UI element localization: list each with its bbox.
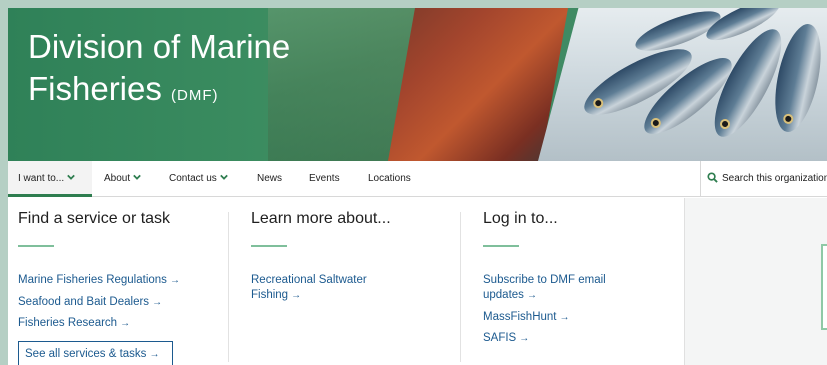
page-title: Division of Marine Fisheries (DMF) [28, 26, 290, 117]
nav-item-i-want-to[interactable]: I want to... [8, 161, 92, 197]
link-label-line2: updates [483, 289, 524, 301]
chevron-down-icon [219, 175, 228, 181]
column-learn-more: Learn more about... Recreational Saltwat… [228, 198, 458, 365]
heading-rule [251, 245, 287, 247]
link-safis[interactable]: SAFIS → [483, 331, 529, 346]
hero-fish-image [538, 8, 827, 161]
heading-rule [18, 245, 54, 247]
arrow-right-icon: → [169, 275, 180, 286]
arrow-right-icon: → [120, 318, 131, 329]
heading-rule [483, 245, 519, 247]
link-fisheries-research[interactable]: Fisheries Research → [18, 316, 130, 331]
chevron-down-icon [133, 175, 141, 181]
page-title-line1: Division of Marine [28, 28, 291, 65]
column-heading: Learn more about... [251, 210, 391, 227]
nav-item-locations[interactable]: Locations [368, 161, 411, 197]
chevron-down-icon [67, 175, 75, 181]
hero-lobster-image [388, 8, 568, 161]
link-label: SAFIS [483, 332, 517, 344]
column-log-in: Log in to... Subscribe to DMF email upda… [460, 198, 684, 365]
arrow-right-icon: → [149, 349, 160, 360]
arrow-right-icon: → [559, 312, 570, 323]
partial-card: → → u [821, 244, 827, 330]
column-heading: Find a service or task [18, 210, 171, 227]
page-frame: Division of Marine Fisheries (DMF) I wan… [8, 8, 827, 365]
nav-item-news[interactable]: News [257, 161, 282, 197]
nav-item-label: About [104, 173, 131, 184]
link-label-line2: Fishing [251, 289, 289, 301]
arrow-right-icon: → [291, 290, 302, 301]
link-label: Seafood and Bait Dealers [18, 296, 150, 308]
search-button[interactable]: Search this organization [700, 161, 827, 197]
link-recreational-saltwater-fishing[interactable]: Recreational Saltwater Fishing → [251, 273, 367, 303]
dropdown-panel: Find a service or task Marine Fisheries … [8, 198, 684, 365]
nav-item-contact-us[interactable]: Contact us [169, 161, 228, 197]
main-nav: I want to... About Contact us News Event… [8, 161, 827, 197]
nav-item-about[interactable]: About [104, 161, 141, 197]
link-label-line1: Recreational Saltwater [251, 274, 367, 286]
link-label: Fisheries Research [18, 317, 118, 329]
arrow-right-icon: → [152, 297, 163, 308]
page-title-abbr: (DMF) [171, 87, 219, 104]
column-divider [460, 212, 461, 362]
link-label: Marine Fisheries Regulations [18, 274, 167, 286]
nav-item-label: I want to... [18, 173, 65, 184]
arrow-right-icon: → [519, 333, 530, 344]
link-label: MassFishHunt [483, 311, 557, 323]
link-seafood-bait-dealers[interactable]: Seafood and Bait Dealers → [18, 295, 162, 310]
search-label: Search this organization [722, 173, 827, 184]
button-label: See all services & tasks [25, 348, 147, 360]
hero-banner: Division of Marine Fisheries (DMF) [8, 8, 827, 161]
arrow-right-icon: → [526, 290, 537, 301]
nav-item-events[interactable]: Events [309, 161, 340, 197]
column-find-service: Find a service or task Marine Fisheries … [18, 198, 228, 365]
link-subscribe-dmf-email[interactable]: Subscribe to DMF email updates → [483, 273, 606, 303]
see-all-services-button[interactable]: See all services & tasks → [18, 341, 173, 365]
link-massfishhunt[interactable]: MassFishHunt → [483, 310, 570, 325]
nav-item-label: Contact us [169, 173, 217, 184]
column-divider [228, 212, 229, 362]
search-icon [707, 172, 718, 183]
column-heading: Log in to... [483, 210, 558, 227]
link-label-line1: Subscribe to DMF email [483, 274, 606, 286]
page-title-line2: Fisheries [28, 70, 162, 107]
side-area: → → u [684, 198, 827, 365]
link-marine-fisheries-regulations[interactable]: Marine Fisheries Regulations → [18, 273, 180, 288]
